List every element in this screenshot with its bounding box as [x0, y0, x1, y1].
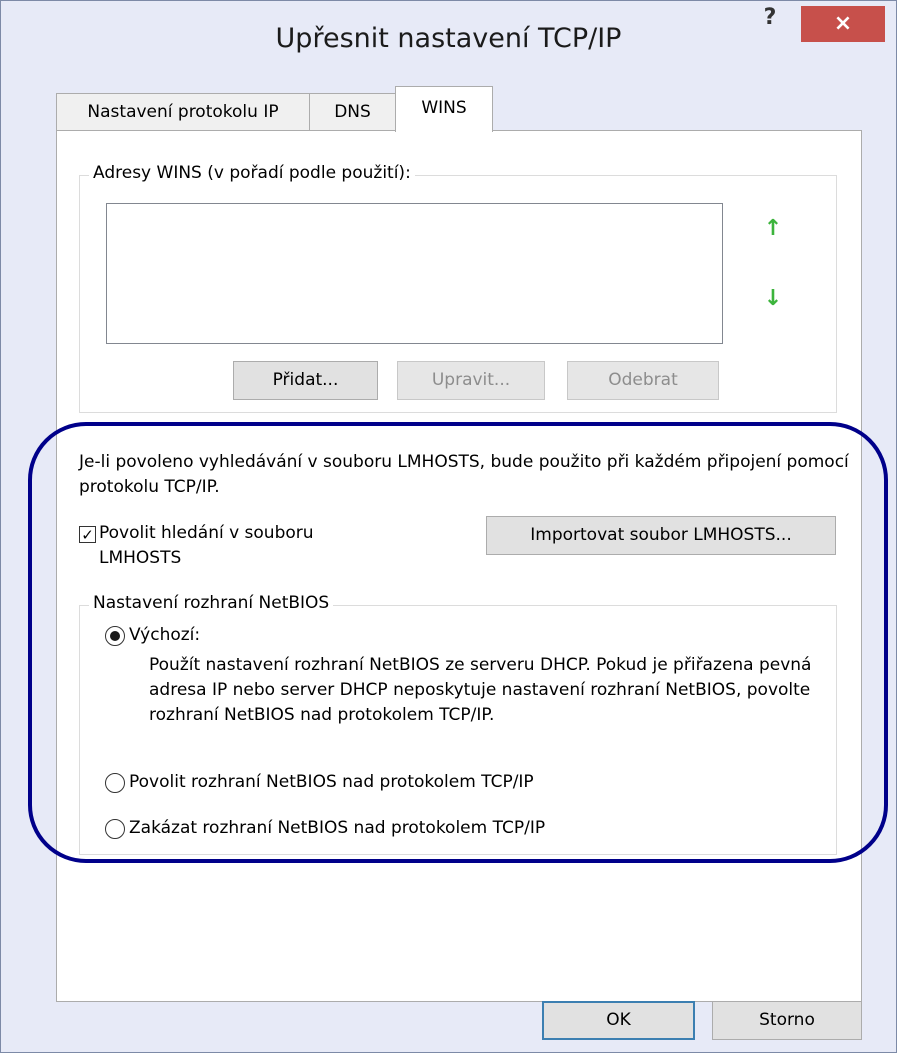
lmhosts-checkbox[interactable]: ✓: [79, 526, 96, 543]
tab-dns[interactable]: DNS: [309, 93, 396, 130]
cancel-button[interactable]: Storno: [712, 1001, 862, 1040]
netbios-group-label: Nastavení rozhraní NetBIOS: [89, 593, 334, 613]
netbios-enable-label[interactable]: Povolit rozhraní NetBIOS nad protokolem …: [129, 770, 534, 795]
ok-button[interactable]: OK: [542, 1001, 695, 1040]
netbios-default-label[interactable]: Výchozí:: [129, 623, 200, 648]
netbios-disable-label[interactable]: Zakázat rozhraní NetBIOS nad protokolem …: [129, 816, 545, 841]
lmhosts-description: Je-li povoleno vyhledávání v souboru LMH…: [79, 452, 849, 497]
import-lmhosts-button[interactable]: Importovat soubor LMHOSTS...: [486, 516, 836, 555]
help-button[interactable]: ?: [750, 5, 790, 35]
wins-address-list[interactable]: [106, 203, 723, 344]
checkmark-icon: ✓: [81, 526, 94, 544]
radio-selected-dot: [110, 631, 120, 641]
tab-ip-settings[interactable]: Nastavení protokolu IP: [56, 93, 310, 130]
edit-wins-button[interactable]: Upravit...: [397, 361, 545, 400]
move-down-icon[interactable]: ↓: [755, 281, 791, 317]
remove-wins-button[interactable]: Odebrat: [567, 361, 719, 400]
close-button[interactable]: ×: [801, 6, 885, 42]
move-up-icon[interactable]: ↑: [755, 211, 791, 247]
advanced-tcpip-dialog: Upřesnit nastavení TCP/IP ? × Nastavení …: [0, 0, 897, 1053]
netbios-disable-radio[interactable]: [105, 819, 125, 839]
lmhosts-checkbox-label[interactable]: Povolit hledání v souboru LMHOSTS: [99, 521, 389, 571]
title-bar: Upřesnit nastavení TCP/IP ? ×: [1, 1, 896, 73]
netbios-default-radio[interactable]: [105, 626, 125, 646]
wins-addresses-group-label: Adresy WINS (v pořadí podle použití):: [89, 163, 415, 183]
netbios-enable-radio[interactable]: [105, 773, 125, 793]
netbios-default-description: Použít nastavení rozhraní NetBIOS ze ser…: [149, 655, 812, 725]
tab-wins[interactable]: WINS: [395, 86, 493, 132]
add-wins-button[interactable]: Přidat...: [233, 361, 378, 400]
